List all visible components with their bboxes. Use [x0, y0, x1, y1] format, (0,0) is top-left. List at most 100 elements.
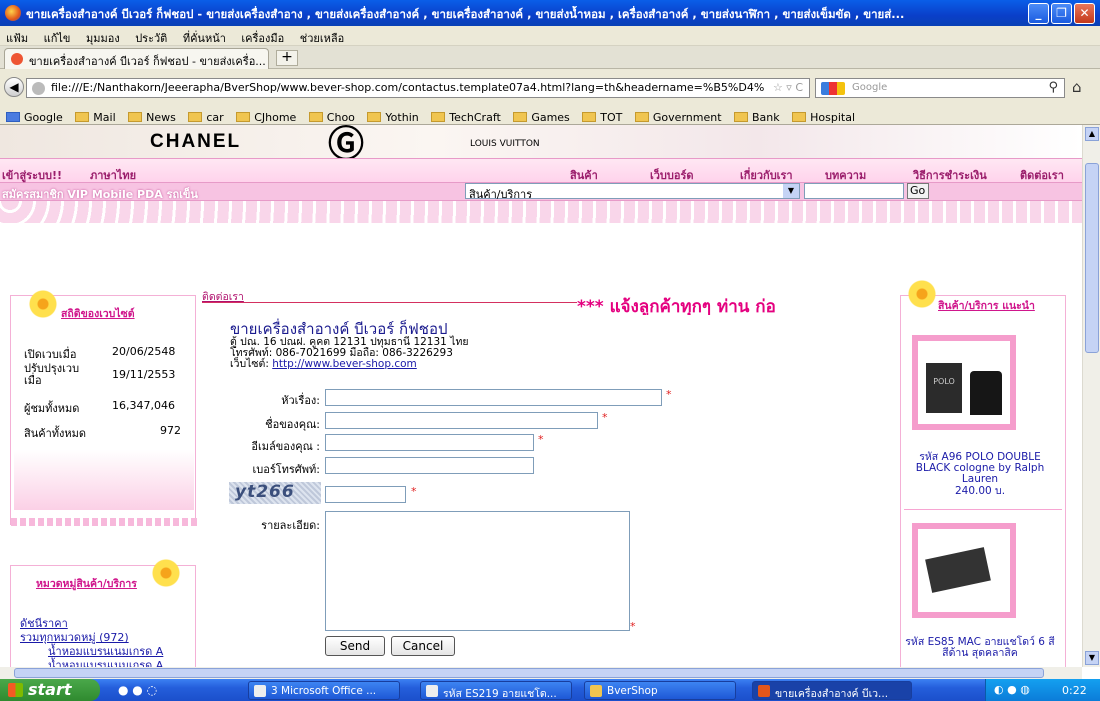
- required-mark: *: [630, 620, 636, 633]
- stat-value: 16,347,046: [112, 399, 175, 412]
- email-input[interactable]: [325, 434, 534, 451]
- chanel-logo: CHANEL: [150, 131, 242, 152]
- search-icon[interactable]: ⚲: [1048, 80, 1058, 95]
- hscroll-thumb[interactable]: [14, 668, 1044, 678]
- window-titlebar: ขายเครื่องสำอางค์ บีเวอร์ ก็ฟชอป - ขายส่…: [0, 0, 1100, 26]
- minimize-button[interactable]: _: [1028, 3, 1049, 24]
- announcement-marquee: *** แจ้งลูกค้าทุกๆ ท่าน ก่อ: [577, 293, 885, 315]
- bookmark-choo[interactable]: Choo: [308, 107, 355, 124]
- product-name[interactable]: รหัส ES85 MAC อายแชโดว์ 6 สี สีด้าน สุดค…: [905, 637, 1055, 659]
- stat-label: เปิดเวบเมื่อ: [24, 348, 77, 361]
- bookmark-news[interactable]: News: [128, 107, 176, 124]
- bookmark-google[interactable]: Google: [6, 107, 63, 124]
- taskbar-item-folder[interactable]: BverShop: [584, 681, 736, 700]
- send-button[interactable]: Send: [325, 636, 385, 656]
- category-link[interactable]: น้ำหอมแบรนเนมเกรด A: [48, 656, 163, 667]
- captcha-input[interactable]: [325, 486, 406, 503]
- tab-label: ขายเครื่องสำอางค์ บีเวอร์ ก็ฟชอป - ขายส่…: [29, 55, 266, 68]
- window-title: ขายเครื่องสำอางค์ บีเวอร์ ก็ฟชอป - ขายส่…: [26, 7, 905, 21]
- maximize-button[interactable]: ❐: [1051, 3, 1072, 24]
- stats-heading: สถิติของเวบไซต์: [61, 308, 135, 320]
- home-icon[interactable]: ⌂: [1072, 78, 1082, 96]
- product-image[interactable]: [912, 523, 1016, 618]
- clock: 0:22: [1062, 684, 1087, 697]
- system-tray: ◐ ● ◍ 0:22: [985, 679, 1100, 701]
- categories-heading: หมวดหมู่สินค้า/บริการ: [36, 578, 137, 590]
- globe-icon: [32, 82, 45, 95]
- login-link[interactable]: เข้าสู่ระบบ!!: [2, 166, 62, 184]
- browser-tab[interactable]: ขายเครื่องสำอางค์ บีเวอร์ ก็ฟชอป - ขายส่…: [4, 48, 269, 69]
- menu-bar: แฟ้ม แก้ไข มุมมอง ประวัติ ที่คั่นหน้า เค…: [0, 26, 1100, 46]
- phone-input[interactable]: [325, 457, 534, 474]
- subject-input[interactable]: [325, 389, 662, 406]
- quick-launch-icons[interactable]: ● ● ◌: [118, 683, 157, 697]
- scroll-thumb[interactable]: [1085, 163, 1099, 353]
- flower-icon: [150, 557, 182, 589]
- nav-contact[interactable]: ติดต่อเรา: [1020, 166, 1064, 184]
- bookmark-games[interactable]: Games: [513, 107, 570, 124]
- nav-about[interactable]: เกี่ยวกับเรา: [740, 166, 793, 184]
- start-button[interactable]: start: [0, 679, 100, 701]
- bookmark-car[interactable]: car: [188, 107, 224, 124]
- product-name[interactable]: รหัส A96 POLO DOUBLE BLACK cologne by Ra…: [905, 452, 1055, 485]
- bookmark-techcraft[interactable]: TechCraft: [431, 107, 501, 124]
- name-label: ชื่อของคุณ:: [265, 418, 320, 431]
- stat-label: ผู้ชมทั้งหมด: [24, 402, 80, 415]
- taskbar-item-ie[interactable]: รหัส ES219 อายแชโด...: [420, 681, 572, 700]
- name-input[interactable]: [325, 412, 598, 429]
- site-search-input[interactable]: [804, 183, 904, 199]
- bookmark-hospital[interactable]: Hospital: [792, 107, 855, 124]
- product-image[interactable]: POLO: [912, 335, 1016, 430]
- category-select[interactable]: สินค้า/บริการ ▼: [465, 183, 800, 201]
- stat-value: 19/11/2553: [112, 368, 176, 381]
- bookmark-cjhome[interactable]: CJhome: [236, 107, 296, 124]
- tab-bar: ขายเครื่องสำอางค์ บีเวอร์ ก็ฟชอป - ขายส่…: [0, 46, 1100, 69]
- detail-textarea[interactable]: [325, 511, 630, 631]
- bookmarks-toolbar: Google Mail News car CJhome Choo Yothin …: [0, 103, 1100, 125]
- go-button[interactable]: Go: [907, 183, 929, 199]
- nav-articles[interactable]: บทความ: [825, 166, 866, 184]
- cosmetic-image: [14, 450, 194, 510]
- stat-label: สินค้าทั้งหมด: [24, 427, 87, 440]
- phone-label: เบอร์โทรศัพท์:: [252, 463, 320, 476]
- required-mark: *: [666, 388, 672, 401]
- stat-value: 972: [160, 424, 181, 437]
- page-viewport: CHANEL Ⓖ LOUIS VUITTON เข้าสู่ระบบ!! ภาษ…: [0, 125, 1082, 667]
- captcha-image: yt266: [229, 482, 321, 504]
- stat-value: 20/06/2548: [112, 345, 176, 358]
- flower-icon: [27, 288, 59, 320]
- language-link[interactable]: ภาษาไทย: [90, 166, 136, 184]
- bookmark-yothin[interactable]: Yothin: [367, 107, 419, 124]
- search-input[interactable]: Google ⚲: [815, 78, 1065, 98]
- back-button[interactable]: ◀: [4, 77, 24, 97]
- product-price: 240.00 บ.: [954, 485, 1006, 497]
- nav-payment[interactable]: วิธีการชำระเงิน: [913, 166, 987, 184]
- required-mark: *: [538, 433, 544, 446]
- nav-webboard[interactable]: เว็บบอร์ด: [650, 166, 694, 184]
- product-image-label: POLO: [926, 363, 962, 413]
- taskbar-item-office[interactable]: 3 Microsoft Office ...: [248, 681, 400, 700]
- horizontal-scrollbar[interactable]: [0, 667, 1082, 679]
- bookmark-tot[interactable]: TOT: [582, 107, 622, 124]
- email-label: อีเมล์ของคุณ :: [251, 440, 320, 453]
- new-tab-button[interactable]: +: [276, 50, 298, 66]
- bookmark-star-icon[interactable]: ☆ ▿ C: [773, 81, 803, 94]
- bookmark-bank[interactable]: Bank: [734, 107, 780, 124]
- recommended-heading: สินค้า/บริการ แนะนำ: [938, 300, 1035, 312]
- close-button[interactable]: ✕: [1074, 3, 1095, 24]
- scroll-up-icon[interactable]: ▲: [1085, 127, 1099, 141]
- taskbar-item-firefox[interactable]: ขายเครื่องสำอางค์ บีเว...: [752, 681, 912, 700]
- website-link[interactable]: http://www.bever-shop.com: [272, 358, 417, 370]
- bookmark-government[interactable]: Government: [634, 107, 722, 124]
- scroll-down-icon[interactable]: ▼: [1085, 651, 1099, 665]
- tray-icons[interactable]: ◐ ● ◍: [994, 683, 1030, 696]
- google-engine-icon[interactable]: [821, 82, 845, 95]
- address-bar[interactable]: file:///E:/Nanthakorn/Jeeerapha/BverShop…: [26, 78, 810, 98]
- site-nav: เข้าสู่ระบบ!! ภาษาไทย สินค้า เว็บบอร์ด เ…: [0, 158, 1082, 183]
- brand-banner: CHANEL Ⓖ LOUIS VUITTON: [0, 125, 1082, 165]
- vertical-scrollbar[interactable]: ▲ ▼: [1082, 125, 1100, 667]
- bookmark-mail[interactable]: Mail: [75, 107, 116, 124]
- shop-website: เว็บไซต์: http://www.bever-shop.com: [230, 358, 417, 370]
- nav-products[interactable]: สินค้า: [570, 166, 598, 184]
- cancel-button[interactable]: Cancel: [391, 636, 455, 656]
